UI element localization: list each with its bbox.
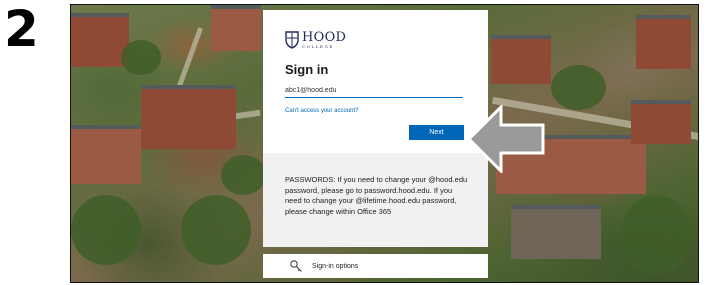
page-title: Sign in — [285, 62, 329, 77]
email-field[interactable] — [285, 83, 463, 98]
cant-access-account-link[interactable]: Can't access your account? — [285, 108, 359, 114]
shield-icon — [285, 31, 299, 49]
key-icon — [290, 260, 302, 272]
logo-subtitle: COLLEGE — [302, 44, 334, 49]
hood-college-logo: HOOD COLLEGE — [285, 29, 346, 51]
signin-options-label: Sign-in options — [312, 262, 359, 270]
signin-options-button[interactable]: Sign-in options — [263, 254, 488, 278]
password-info-panel: PASSWORDS: If you need to change your @h… — [263, 153, 488, 247]
signin-card: HOOD COLLEGE Sign in Can't access your a… — [263, 10, 488, 153]
logo-name: HOOD — [302, 30, 347, 45]
left-arrow-icon — [467, 105, 545, 173]
password-info-text: PASSWORDS: If you need to change your @h… — [285, 175, 468, 216]
next-button[interactable]: Next — [409, 125, 464, 140]
step-number: 2 — [4, 0, 39, 58]
